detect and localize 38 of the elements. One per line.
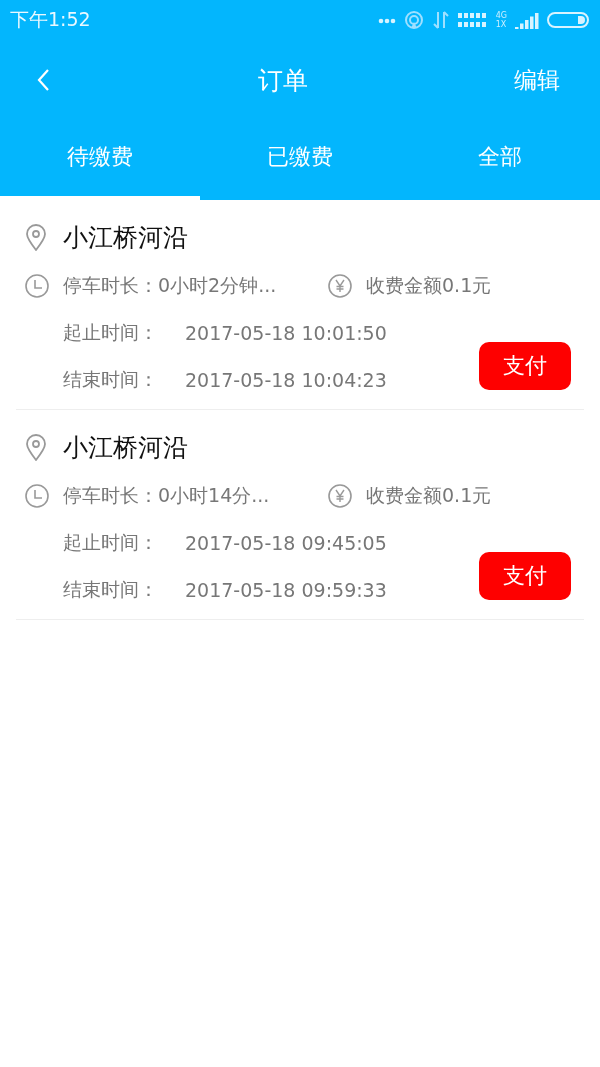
end-time: 2017-05-18 09:59:33 [185, 578, 387, 601]
start-time-label: 起止时间： [63, 319, 159, 345]
network-label: 1X [495, 20, 507, 29]
back-button[interactable] [36, 68, 52, 92]
tab[interactable]: 全部 [400, 120, 600, 200]
end-time: 2017-05-18 10:04:23 [185, 368, 387, 391]
signal-bars-icon [515, 11, 539, 29]
back-icon [36, 68, 52, 92]
battery-icon [547, 12, 590, 28]
clock-icon [25, 483, 49, 508]
parking-location: 小江桥河沿 [63, 221, 188, 254]
network-label: 4G [495, 11, 507, 20]
yen-icon [328, 273, 352, 298]
fee-amount: 收费金额0.1元 [366, 272, 492, 298]
clock-icon [25, 273, 49, 298]
fee-amount: 收费金额0.1元 [366, 482, 492, 508]
parking-location: 小江桥河沿 [63, 431, 188, 464]
yen-icon [328, 483, 352, 508]
tab[interactable]: 待缴费 [0, 120, 200, 200]
parking-duration: 停车时长：0小时14分... [63, 482, 271, 508]
parking-duration: 停车时长：0小时2分钟... [63, 272, 278, 298]
edit-button[interactable]: 编辑 [514, 64, 560, 96]
data-arrows-icon [431, 10, 450, 30]
start-time: 2017-05-18 10:01:50 [185, 321, 387, 344]
pay-button[interactable]: 支付 [479, 552, 571, 600]
page-title: 订单 [258, 64, 308, 97]
location-pin-icon [25, 223, 47, 251]
end-time-label: 结束时间： [63, 576, 159, 602]
location-pin-icon [25, 433, 47, 461]
hotspot-icon [403, 10, 424, 30]
start-time-label: 起止时间： [63, 529, 159, 555]
pay-button[interactable]: 支付 [479, 342, 571, 390]
end-time-label: 结束时间： [63, 366, 159, 392]
signal-icon [457, 11, 488, 29]
start-time: 2017-05-18 09:45:05 [185, 531, 387, 554]
status-time: 下午1:52 [10, 7, 92, 32]
more-icon [377, 16, 396, 24]
tab[interactable]: 已缴费 [200, 120, 400, 200]
